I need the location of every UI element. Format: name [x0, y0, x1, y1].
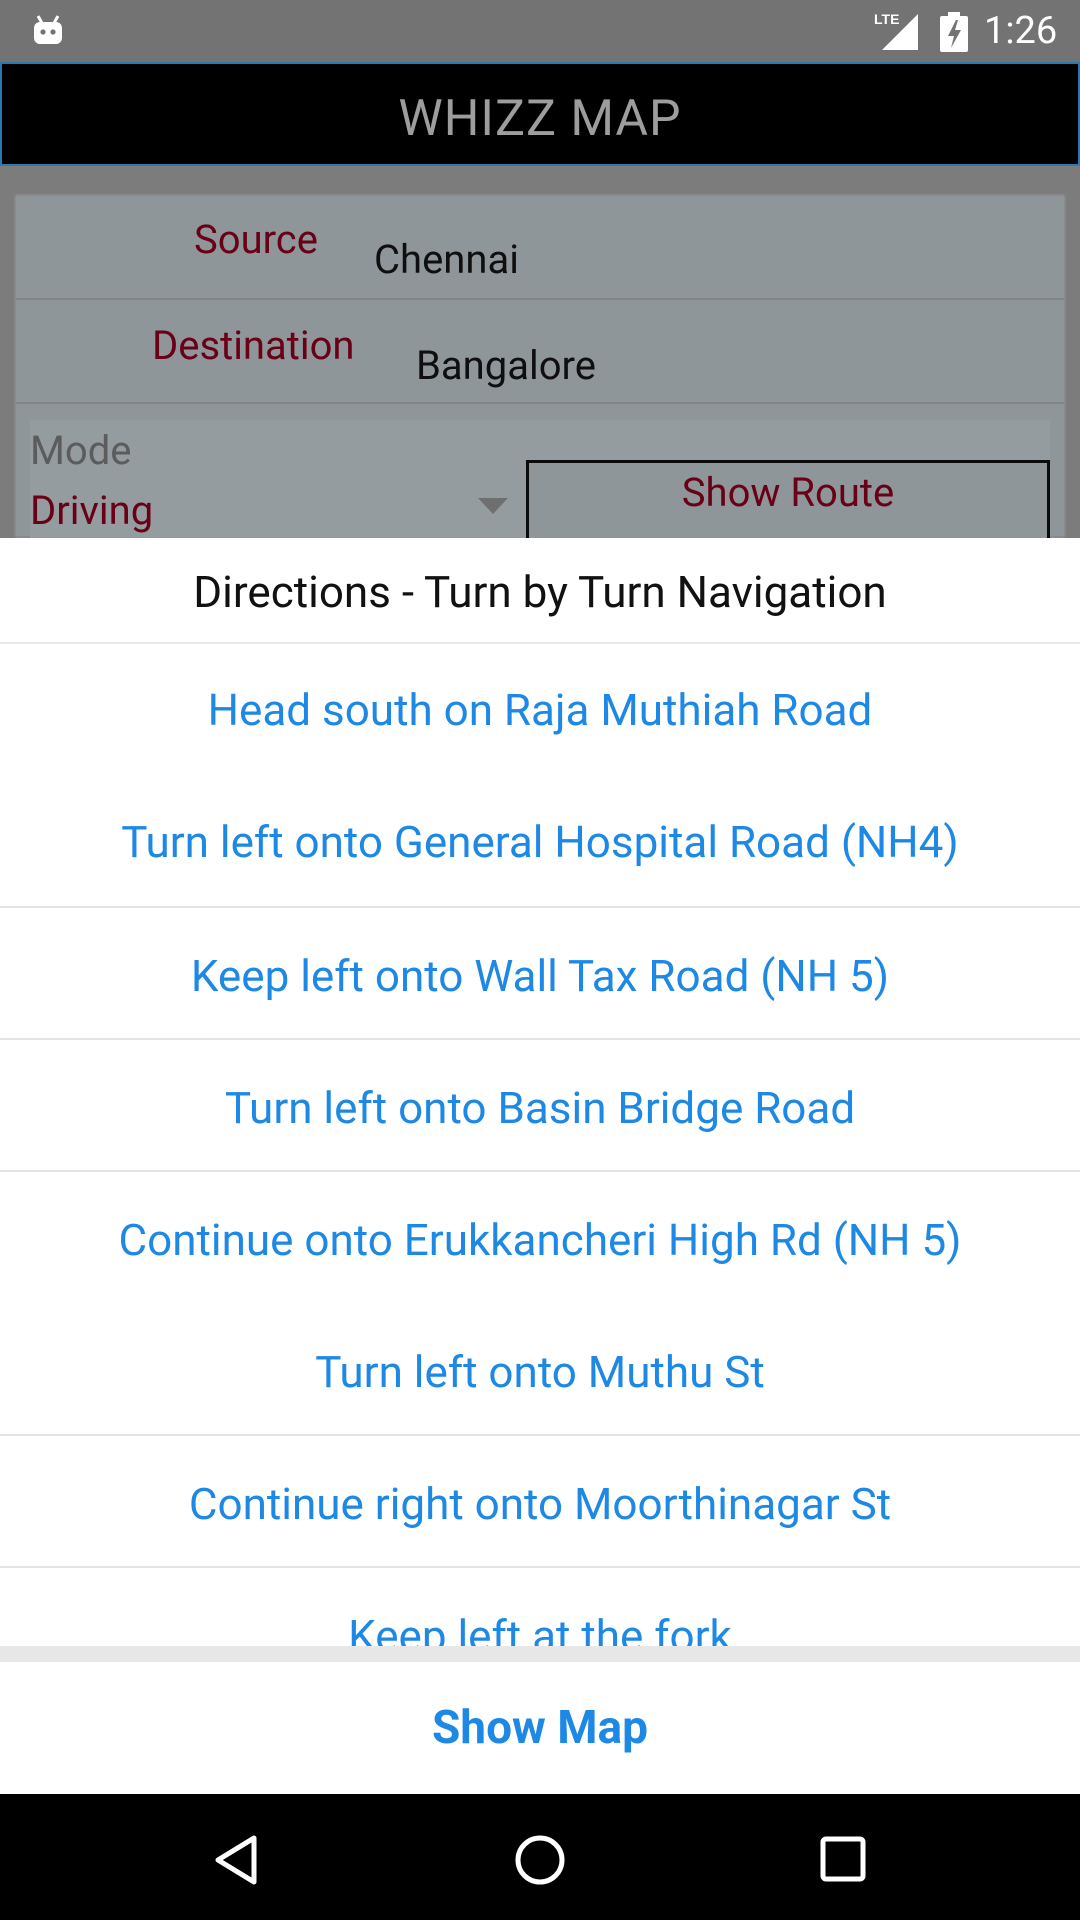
destination-row: Destination Bangalore [16, 300, 1064, 404]
list-item[interactable]: Keep left at the fork [0, 1610, 1080, 1650]
recents-nav-icon[interactable] [820, 1836, 866, 1882]
list-item[interactable]: Keep left onto Wall Tax Road (NH 5) [0, 950, 1080, 1002]
directions-dialog: Directions - Turn by Turn Navigation Hea… [0, 538, 1080, 1794]
status-bar: LTE 1:26 [0, 0, 1080, 62]
dropdown-arrow-icon [478, 498, 508, 514]
list-item[interactable]: Continue onto Erukkancheri High Rd (NH 5… [0, 1214, 1080, 1266]
status-time: 1:26 [984, 9, 1058, 53]
list-item[interactable]: Turn left onto General Hospital Road (NH… [0, 816, 1080, 868]
dialog-title: Directions - Turn by Turn Navigation [193, 566, 887, 618]
directions-list[interactable]: Head south on Raja Muthiah Road Turn lef… [0, 644, 1080, 1650]
destination-field[interactable]: Bangalore [416, 342, 596, 390]
system-nav-bar [0, 1794, 1080, 1920]
list-divider [0, 1566, 1080, 1568]
mode-label: Mode [30, 427, 132, 474]
app-title: WHIZZ MAP [398, 90, 682, 148]
list-item[interactable]: Head south on Raja Muthiah Road [0, 684, 1080, 736]
battery-charging-icon [940, 12, 968, 52]
destination-label: Destination [152, 322, 355, 369]
show-route-label: Show Route [681, 469, 895, 516]
list-item[interactable]: Turn left onto Basin Bridge Road [0, 1082, 1080, 1134]
list-item[interactable]: Turn left onto Muthu St [0, 1346, 1080, 1398]
source-field[interactable]: Chennai [374, 236, 519, 284]
android-debug-icon [34, 15, 62, 44]
home-nav-icon[interactable] [514, 1834, 566, 1886]
list-divider [0, 906, 1080, 908]
lte-label: LTE [874, 11, 899, 27]
list-divider [0, 1434, 1080, 1436]
list-divider [0, 1038, 1080, 1040]
source-label: Source [194, 216, 318, 263]
show-map-label: Show Map [431, 1701, 649, 1755]
source-row: Source Chennai [16, 196, 1064, 300]
lte-signal-icon: LTE [874, 11, 918, 50]
list-item[interactable]: Continue right onto Moorthinagar St [0, 1478, 1080, 1530]
mode-value: Driving [30, 487, 154, 534]
list-divider [0, 1170, 1080, 1172]
show-route-button[interactable]: Show Route [526, 460, 1050, 538]
show-map-button[interactable]: Show Map [0, 1662, 1080, 1794]
back-nav-icon[interactable] [212, 1834, 260, 1886]
app-bar: WHIZZ MAP [0, 62, 1080, 166]
list-bottom-edge [0, 1646, 1080, 1662]
